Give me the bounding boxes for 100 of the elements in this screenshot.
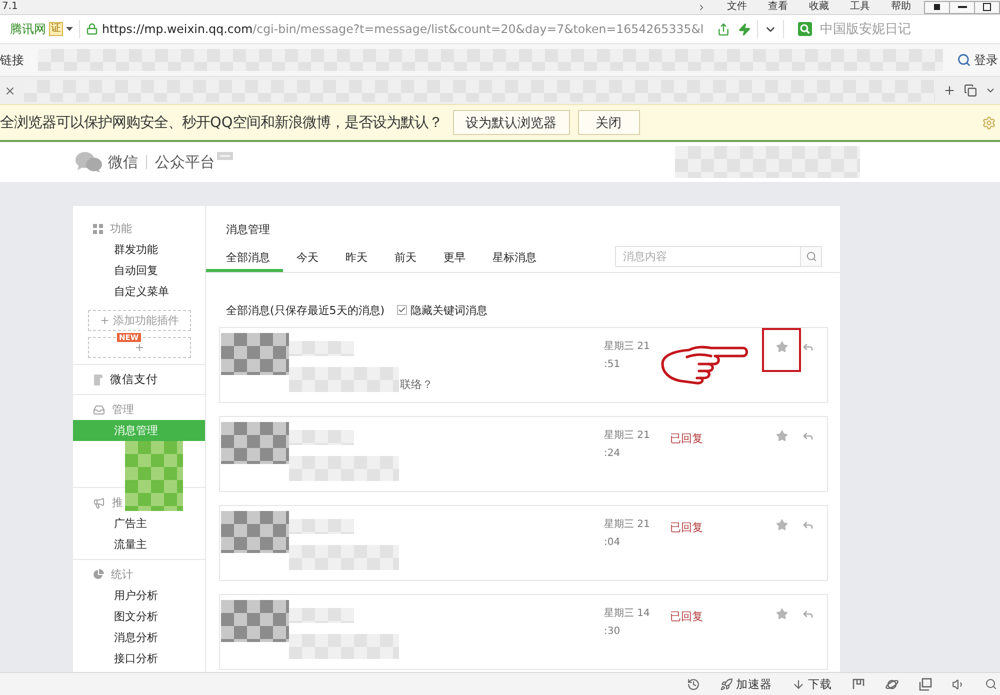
mini-mode-button[interactable]: [924, 0, 950, 14]
reply-status: 已回复: [670, 432, 703, 445]
history-icon[interactable]: [687, 678, 700, 690]
pixelated-avatar: [221, 333, 289, 375]
nav-item[interactable]: 用户分析: [73, 585, 205, 606]
lock-icon: [86, 23, 98, 35]
message-row[interactable]: 星期三 21 :04 已回复: [219, 505, 828, 581]
minimize-icon: [958, 6, 966, 8]
frame-icon[interactable]: [852, 678, 865, 690]
platform-title: 公众平台: [155, 152, 215, 172]
plus-icon[interactable]: [943, 84, 956, 97]
nav-item[interactable]: 自动回复: [73, 260, 205, 281]
nav-item[interactable]: 图文分析: [73, 606, 205, 627]
pixelated-avatar: [221, 511, 289, 553]
square-icon: [934, 4, 940, 10]
chevron-right-icon[interactable]: [697, 2, 706, 12]
message-row[interactable]: 星期三 14 :30 已回复: [219, 594, 828, 670]
filter-label: 全部消息(只保存最近5天的消息): [226, 302, 385, 318]
arrow-down-icon: [792, 678, 805, 690]
star-icon[interactable]: [776, 608, 788, 620]
menu-item[interactable]: 收藏: [809, 1, 829, 13]
menu-item[interactable]: 查看: [768, 1, 788, 13]
tab[interactable]: 星标消息: [479, 246, 550, 272]
pixelated-block: [289, 519, 354, 534]
checkbox[interactable]: [396, 305, 407, 315]
section-heading: 推: [112, 495, 123, 510]
checkbox-label[interactable]: 隐藏关键词消息: [410, 302, 488, 318]
megaphone-icon: [93, 496, 105, 508]
pixelated-avatar: [221, 422, 289, 464]
close-icon[interactable]: [4, 84, 16, 96]
message-day: 星期三 14: [604, 605, 650, 623]
nav-item[interactable]: 接口分析: [73, 648, 205, 669]
message-day: 星期三 21: [604, 338, 650, 356]
section-heading: 统计: [111, 567, 133, 582]
search-icon: [806, 251, 816, 262]
search-button[interactable]: [800, 246, 822, 267]
certificate-badge: 证: [49, 22, 63, 36]
copy-icon[interactable]: [964, 84, 977, 97]
speaker-icon[interactable]: [952, 678, 965, 690]
nav-item[interactable]: 流量主: [73, 534, 205, 555]
message-time: :04: [604, 536, 620, 550]
check-icon: [398, 306, 406, 314]
pixelated-block: [289, 430, 354, 445]
set-default-button[interactable]: 设为默认浏览器: [452, 110, 570, 135]
pixelated-avatar: [221, 600, 289, 642]
search-icon: [957, 53, 971, 67]
pie-chart-icon: [93, 569, 104, 580]
star-icon[interactable]: [776, 430, 788, 442]
tab[interactable]: 全部消息: [206, 246, 283, 272]
share-icon[interactable]: [717, 22, 730, 36]
nav-link[interactable]: 微信支付: [110, 372, 158, 387]
menu-item[interactable]: 工具: [850, 1, 870, 13]
maximize-button[interactable]: [974, 0, 1000, 14]
search-engine-icon[interactable]: [798, 22, 812, 36]
window-title: 7.1: [2, 1, 18, 13]
login-button[interactable]: 登录: [957, 52, 1000, 68]
pixelated-block: [289, 608, 354, 623]
nav-item[interactable]: 自定义菜单: [73, 281, 205, 302]
close-button[interactable]: 关闭: [578, 110, 640, 135]
tab[interactable]: 更早: [430, 246, 479, 272]
reply-status: 已回复: [670, 521, 703, 534]
chat-bubbles-icon: [75, 151, 103, 173]
minimize-button[interactable]: [949, 0, 975, 14]
tab[interactable]: 前天: [381, 246, 430, 272]
menu-item[interactable]: 文件: [727, 1, 747, 13]
nav-item[interactable]: 广告主: [73, 513, 205, 534]
bookmarks-label: 链接: [0, 52, 24, 68]
message-preview: 联络？: [400, 378, 433, 392]
star-icon[interactable]: [776, 341, 788, 353]
download-button[interactable]: 下载: [792, 676, 832, 692]
reply-status: 已回复: [670, 610, 703, 623]
message-row[interactable]: 联络？ 星期三 21 :51: [219, 327, 828, 403]
tab[interactable]: 今天: [283, 246, 332, 272]
stacked-windows-icon[interactable]: [919, 678, 932, 690]
accelerator-button[interactable]: 加速器: [720, 676, 772, 692]
message-day: 星期三 21: [604, 516, 650, 534]
message-time: :30: [604, 625, 620, 639]
pixelated-block: [289, 341, 354, 356]
message-row[interactable]: 星期三 21 :24 已回复: [219, 416, 828, 492]
logo-text[interactable]: 微信: [108, 152, 138, 172]
search-field[interactable]: 中国版安妮日记: [820, 19, 1000, 39]
tab[interactable]: 昨天: [332, 246, 381, 272]
grid-icon: [93, 224, 103, 234]
nav-item[interactable]: 群发功能: [73, 239, 205, 260]
search-icon[interactable]: [985, 678, 997, 690]
search-field[interactable]: 消息内容: [615, 246, 800, 267]
caret-icon[interactable]: [66, 27, 73, 31]
orbit-ring-icon[interactable]: [885, 678, 899, 690]
address-url[interactable]: https://mp.weixin.qq.com/cgi-bin/message?t=message/list&count=20&day=7&token=1654265335&l: [102, 22, 704, 36]
site-name[interactable]: 腾讯网: [10, 20, 46, 38]
section-heading: 功能: [110, 221, 132, 236]
lightning-icon[interactable]: [738, 22, 751, 36]
star-icon[interactable]: [776, 519, 788, 531]
message-time: :51: [604, 358, 620, 372]
card-icon: [93, 374, 103, 386]
menu-item[interactable]: 帮助: [891, 1, 911, 13]
nav-item[interactable]: 消息分析: [73, 627, 205, 648]
rocket-icon: [720, 678, 733, 690]
tag-icon: [217, 152, 233, 160]
message-time: :24: [604, 447, 620, 461]
